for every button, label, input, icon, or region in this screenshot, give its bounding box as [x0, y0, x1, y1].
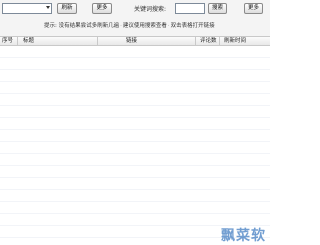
- column-header-refresh-time[interactable]: 刷新时间: [220, 37, 270, 46]
- refresh-button[interactable]: 刷新: [57, 3, 77, 14]
- column-header-comments[interactable]: 评论数: [196, 37, 220, 46]
- tip-part-3: 双击表格打开链接: [170, 23, 215, 29]
- search-button[interactable]: 搜索: [208, 3, 227, 14]
- tip-prefix: 提示:: [44, 23, 57, 29]
- tip-part-2: 建议使用搜索查看: [122, 23, 167, 29]
- tip-part-1: 没有结果尝试多刷新几遍: [58, 23, 120, 29]
- column-header-title[interactable]: 标题: [18, 37, 98, 46]
- watermark-logo: 飘菜软: [221, 228, 266, 244]
- toolbar: 刷新 更多 关键词搜索: 搜索 更多 提示: 没有结果尝试多刷新几遍·建议使用搜…: [0, 0, 270, 36]
- tip-separator: ·: [167, 23, 170, 29]
- results-table-body[interactable]: [0, 46, 270, 241]
- column-header-link[interactable]: 链接: [98, 37, 196, 46]
- more-button[interactable]: 更多: [92, 3, 112, 14]
- keyword-search-label: 关键词搜索:: [134, 6, 167, 13]
- url-combobox[interactable]: [2, 3, 52, 14]
- column-header-index[interactable]: 序号: [0, 37, 18, 46]
- keyword-input[interactable]: [175, 3, 205, 14]
- table-header: 序号 标题 链接 评论数 刷新时间: [0, 36, 270, 46]
- tip-separator: ·: [120, 23, 122, 29]
- chevron-down-icon[interactable]: [46, 6, 50, 9]
- tip-text: 提示: 没有结果尝试多刷新几遍·建议使用搜索查看·双击表格打开链接: [44, 21, 215, 29]
- more-button-2[interactable]: 更多: [244, 3, 263, 14]
